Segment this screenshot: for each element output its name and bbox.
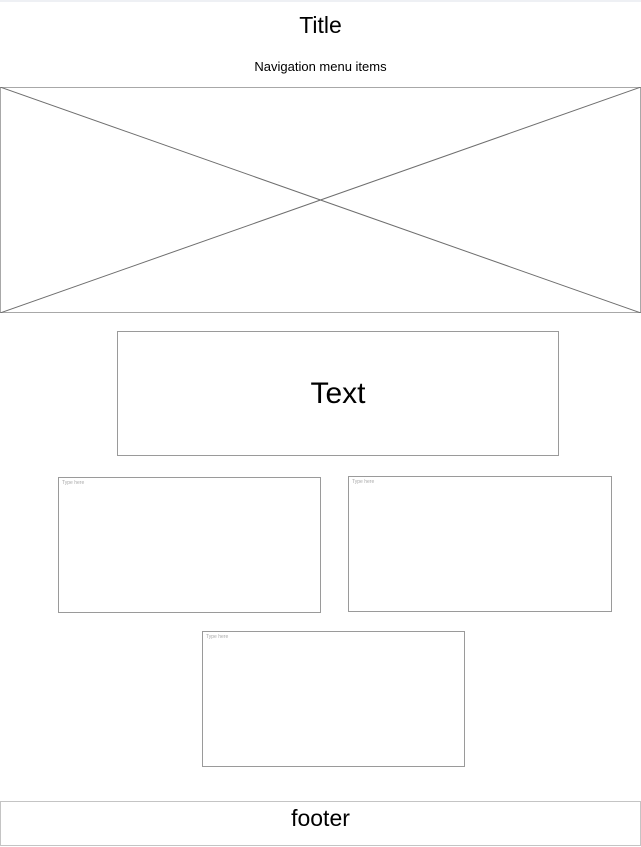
text-block: Text: [117, 331, 559, 456]
navigation-menu[interactable]: Navigation menu items: [0, 59, 641, 74]
text-area-3[interactable]: Type here: [202, 631, 465, 767]
text-area-1[interactable]: Type here: [58, 477, 321, 613]
image-placeholder-icon: [0, 87, 641, 313]
text-area-2[interactable]: Type here: [348, 476, 612, 612]
page-title: Title: [299, 12, 342, 38]
top-border: [0, 0, 641, 2]
footer: footer: [0, 801, 641, 846]
